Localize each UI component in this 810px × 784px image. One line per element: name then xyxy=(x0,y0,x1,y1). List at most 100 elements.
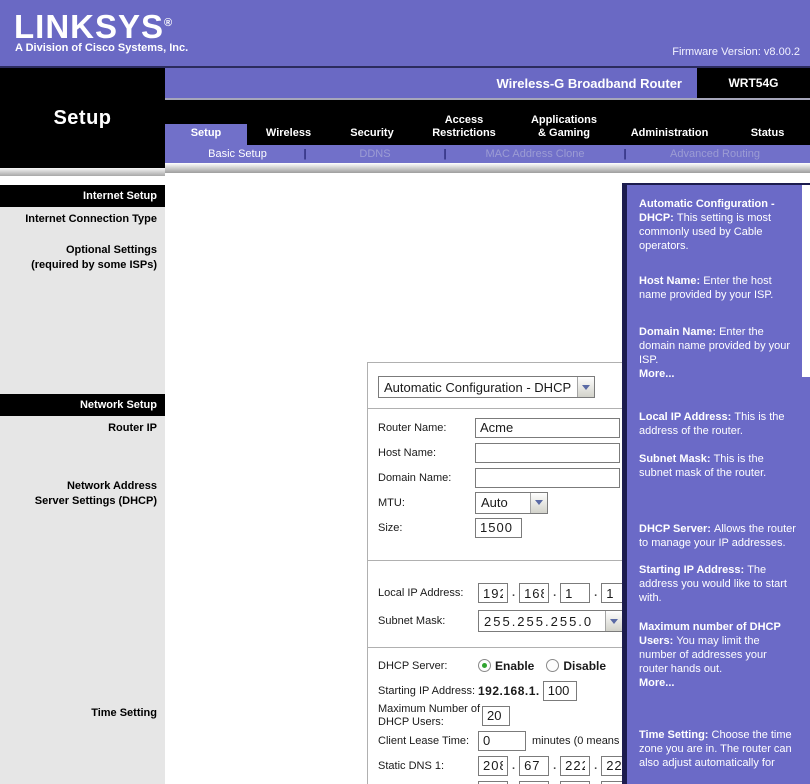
chevron-down-icon xyxy=(582,385,590,390)
mtu-select[interactable]: Auto xyxy=(475,492,548,514)
main-content: Automatic Configuration - DHCP Router Na… xyxy=(165,173,622,784)
local-ip-octet-2[interactable] xyxy=(519,583,549,603)
subnav-mac-address-clone[interactable]: MAC Address Clone xyxy=(460,148,610,160)
dropdown-button[interactable] xyxy=(577,377,594,397)
tab-status[interactable]: Status xyxy=(725,100,810,145)
product-banner: Wireless-G Broadband Router WRT54G xyxy=(165,68,810,98)
dns1-octet-1[interactable] xyxy=(478,756,508,776)
starting-ip-input[interactable] xyxy=(543,681,577,701)
router-admin-page: LINKSYS® A Division of Cisco Systems, In… xyxy=(0,0,810,784)
size-input xyxy=(475,518,522,538)
help-section: Automatic Configuration - DHCP:This sett… xyxy=(639,197,798,253)
router-name-label: Router Name: xyxy=(378,422,475,434)
starting-ip-prefix: 192.168.1. xyxy=(478,684,540,698)
help-term: Time Setting: xyxy=(639,729,712,741)
sidebar: Setup Internet Setup Internet Connection… xyxy=(0,68,165,784)
sub-nav: Basic Setup | DDNS | MAC Address Clone |… xyxy=(165,145,810,163)
dot-separator: . xyxy=(590,760,601,772)
local-ip-octet-3[interactable] xyxy=(560,583,590,603)
dns1-octet-2[interactable] xyxy=(519,756,549,776)
help-section: Starting IP Address:The address you woul… xyxy=(639,563,798,605)
static-dns1-label: Static DNS 1: xyxy=(378,760,478,772)
tab-applications-gaming[interactable]: Applications & Gaming xyxy=(514,100,614,145)
host-name-input[interactable] xyxy=(475,443,620,463)
section-header-internet-setup: Internet Setup xyxy=(0,185,165,207)
sidebar-gap xyxy=(0,176,165,185)
sidebar-divider-strip xyxy=(0,168,165,176)
client-lease-label: Client Lease Time: xyxy=(378,735,478,747)
max-dhcp-users-label: Maximum Number of DHCP Users: xyxy=(378,703,482,729)
connection-type-select[interactable]: Automatic Configuration - DHCP xyxy=(378,376,595,398)
sidebar-label-time-setting: Time Setting xyxy=(0,706,165,721)
radio-selected-icon xyxy=(482,663,487,668)
dot-separator: . xyxy=(549,587,560,599)
sidebar-label-router-ip: Router IP xyxy=(0,421,165,436)
domain-name-input[interactable] xyxy=(475,468,620,488)
subnav-separator: | xyxy=(290,148,320,160)
help-section: Local IP Address:This is the address of … xyxy=(639,410,798,438)
dot-separator: . xyxy=(549,760,560,772)
chevron-down-icon xyxy=(610,619,618,624)
help-term: Local IP Address: xyxy=(639,411,734,423)
dns2-octet-3[interactable] xyxy=(560,781,590,784)
dot-separator: . xyxy=(508,587,519,599)
client-lease-input[interactable] xyxy=(478,731,526,751)
mtu-label: MTU: xyxy=(378,497,475,509)
help-section: Subnet Mask:This is the subnet mask of t… xyxy=(639,452,798,480)
dns1-octet-3[interactable] xyxy=(560,756,590,776)
tab-wireless[interactable]: Wireless xyxy=(247,100,330,145)
dns2-octet-1[interactable] xyxy=(478,781,508,784)
help-term: Starting IP Address: xyxy=(639,564,747,576)
logo-text: LINKSYS xyxy=(14,8,164,45)
starting-ip-label: Starting IP Address: xyxy=(378,685,478,697)
subnet-mask-label: Subnet Mask: xyxy=(378,615,478,627)
dot-separator: . xyxy=(590,587,601,599)
tab-setup[interactable]: Setup xyxy=(165,100,247,145)
section-header-network-setup: Network Setup xyxy=(0,394,165,416)
sidebar-label-internet-connection-type: Internet Connection Type xyxy=(0,212,165,227)
local-ip-label: Local IP Address: xyxy=(378,587,478,599)
max-dhcp-users-input[interactable] xyxy=(482,706,510,726)
help-term: Host Name: xyxy=(639,275,703,287)
tab-administration[interactable]: Administration xyxy=(614,100,725,145)
dhcp-disable-label: Disable xyxy=(563,659,606,673)
help-term: Subnet Mask: xyxy=(639,453,714,465)
main-nav: Setup Wireless Security Access Restricti… xyxy=(165,98,810,145)
dhcp-enable-label: Enable xyxy=(495,659,534,673)
help-section: Host Name:Enter the host name provided b… xyxy=(639,274,798,302)
model-number: WRT54G xyxy=(697,68,810,98)
subnet-mask-select[interactable]: 255.255.255.0 xyxy=(478,610,623,632)
sidebar-label-dhcp-settings: Network Address Server Settings (DHCP) xyxy=(0,479,165,509)
sidebar-label-optional-settings: Optional Settings (required by some ISPs… xyxy=(0,243,165,273)
dhcp-enable-radio[interactable] xyxy=(478,659,491,672)
tab-security[interactable]: Security xyxy=(330,100,414,145)
dot-separator: . xyxy=(508,760,519,772)
help-panel: Automatic Configuration - DHCP:This sett… xyxy=(622,183,810,784)
host-name-label: Host Name: xyxy=(378,447,475,459)
tab-access-restrictions[interactable]: Access Restrictions xyxy=(414,100,514,145)
router-name-input[interactable] xyxy=(475,418,620,438)
mtu-value: Auto xyxy=(476,493,530,513)
chevron-down-icon xyxy=(535,500,543,505)
dropdown-button[interactable] xyxy=(605,611,622,631)
dns2-octet-2[interactable] xyxy=(519,781,549,784)
connection-type-value: Automatic Configuration - DHCP xyxy=(379,377,577,397)
subnav-advanced-routing[interactable]: Advanced Routing xyxy=(640,148,790,160)
more-link[interactable]: More... xyxy=(639,367,798,381)
subnet-mask-value: 255.255.255.0 xyxy=(479,611,605,631)
dhcp-disable-radio[interactable] xyxy=(546,659,559,672)
local-ip-octet-1[interactable] xyxy=(478,583,508,603)
registered-mark: ® xyxy=(164,17,173,29)
more-link[interactable]: More... xyxy=(639,676,798,690)
subnav-separator: | xyxy=(430,148,460,160)
subnav-basic-setup[interactable]: Basic Setup xyxy=(185,148,290,160)
help-term: Domain Name: xyxy=(639,326,719,338)
size-label: Size: xyxy=(378,522,475,534)
domain-name-label: Domain Name: xyxy=(378,472,475,484)
help-section: DHCP Server:Allows the router to manage … xyxy=(639,522,798,550)
help-panel-edge xyxy=(802,185,810,377)
subnav-ddns[interactable]: DDNS xyxy=(320,148,430,160)
header: LINKSYS® A Division of Cisco Systems, In… xyxy=(0,0,810,68)
help-section: Maximum number of DHCP Users:You may lim… xyxy=(639,620,798,690)
dropdown-button[interactable] xyxy=(530,493,547,513)
